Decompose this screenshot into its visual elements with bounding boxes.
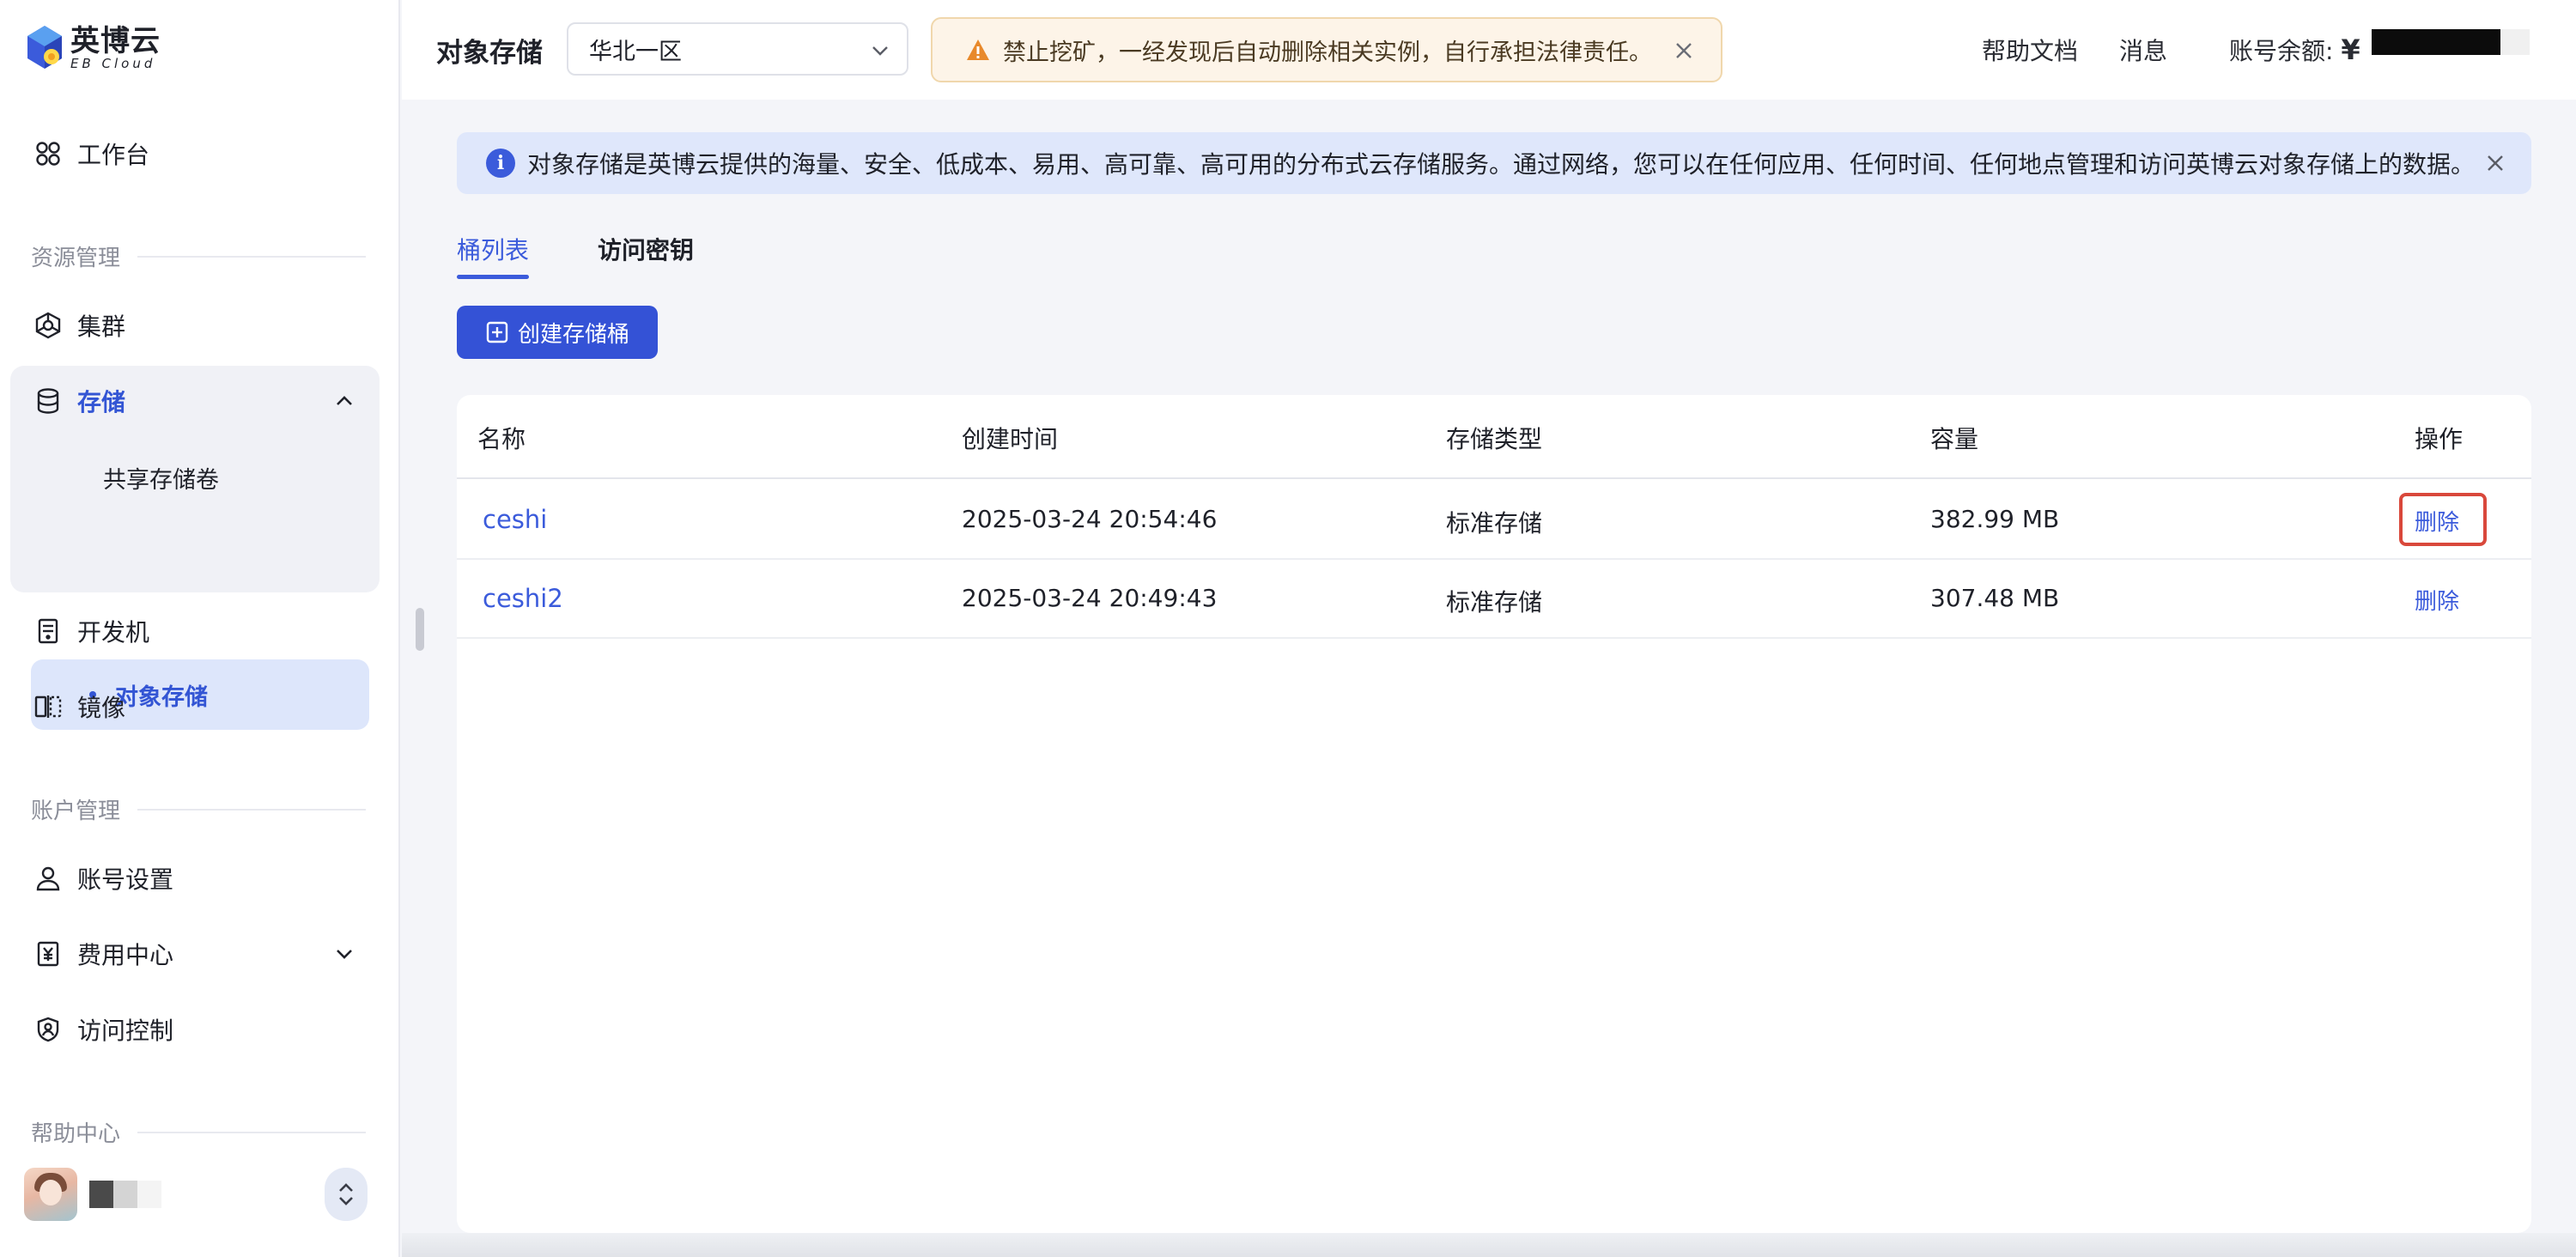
sidebar-item-label: 共享存储卷 xyxy=(103,466,219,494)
section-label-account: 账户管理 xyxy=(31,793,366,825)
section-label-help: 帮助中心 xyxy=(31,1116,366,1148)
devbox-icon xyxy=(31,614,65,648)
sidebar-item-label: 集群 xyxy=(77,313,126,341)
created-time: 2025-03-24 20:54:46 xyxy=(962,505,1218,533)
section-label-resource: 资源管理 xyxy=(31,240,366,272)
sidebar-item-label: 工作台 xyxy=(77,141,150,169)
cluster-icon xyxy=(31,308,65,343)
user-profile[interactable] xyxy=(24,1164,368,1224)
warning-icon xyxy=(965,38,991,62)
table-row: ceshi2 2025-03-24 20:49:43 标准存储 307.48 M… xyxy=(457,560,2531,639)
storage-type: 标准存储 xyxy=(1446,509,1543,537)
account-switch-button[interactable] xyxy=(325,1168,368,1221)
balance-label: 账号余额: ¥ xyxy=(2229,33,2360,67)
column-header-created: 创建时间 xyxy=(962,425,1059,453)
sidebar-item-label: 镜像 xyxy=(77,694,126,722)
sidebar-item-label: 账号设置 xyxy=(77,865,174,894)
database-icon xyxy=(31,384,65,418)
storage-type: 标准存储 xyxy=(1446,588,1543,616)
warning-banner: 禁止挖矿，一经发现后自动删除相关实例，自行承担法律责任。 xyxy=(931,17,1722,82)
shield-icon xyxy=(31,1012,65,1047)
region-value: 华北一区 xyxy=(589,38,682,65)
create-bucket-button[interactable]: 创建存储桶 xyxy=(457,306,658,359)
chevron-down-icon[interactable] xyxy=(331,941,357,967)
capacity: 382.99 MB xyxy=(1930,505,2060,533)
bucket-name-link[interactable]: ceshi2 xyxy=(483,584,563,613)
bottom-edge xyxy=(402,1233,2576,1257)
user-icon xyxy=(31,861,65,896)
capacity: 307.48 MB xyxy=(1930,584,2060,612)
chevron-up-icon[interactable] xyxy=(331,388,357,414)
info-icon: i xyxy=(486,149,515,178)
plus-square-icon xyxy=(485,320,509,344)
chevron-up-down-icon xyxy=(339,1183,353,1205)
currency-symbol: ¥ xyxy=(2341,33,2360,66)
messages-link[interactable]: 消息 xyxy=(2119,33,2167,67)
info-banner: i 对象存储是英博云提供的海量、安全、低成本、易用、高可靠、高可用的分布式云存储… xyxy=(457,132,2531,194)
avatar[interactable] xyxy=(24,1168,77,1221)
column-header-name: 名称 xyxy=(477,425,526,453)
balance-label-text: 账号余额: xyxy=(2229,37,2334,65)
bucket-name-link[interactable]: ceshi xyxy=(483,505,547,534)
section-title: 账户管理 xyxy=(31,799,121,824)
page-title: 对象存储 xyxy=(436,38,543,69)
billing-icon xyxy=(31,937,65,971)
column-header-type: 存储类型 xyxy=(1446,425,1543,453)
close-icon[interactable] xyxy=(1673,39,1695,62)
table-header: 名称 创建时间 存储类型 容量 操作 xyxy=(457,395,2531,479)
column-header-size: 容量 xyxy=(1930,425,1979,453)
mirror-icon xyxy=(31,689,65,724)
sidebar-item-label: 访问控制 xyxy=(77,1017,174,1045)
close-icon[interactable] xyxy=(2483,151,2507,175)
delete-highlight-box xyxy=(2399,493,2487,546)
username-redacted xyxy=(89,1181,161,1208)
sidebar-scrollbar[interactable] xyxy=(416,608,424,651)
sidebar-item-cluster[interactable]: 集群 xyxy=(10,292,380,359)
sidebar-item-workbench[interactable]: 工作台 xyxy=(10,120,380,187)
active-tab-indicator xyxy=(457,275,529,279)
section-title: 帮助中心 xyxy=(31,1121,121,1147)
region-select[interactable]: 华北一区 xyxy=(567,22,908,76)
balance-value-redacted-tail xyxy=(2500,29,2530,55)
delete-button[interactable]: 删除 xyxy=(2415,584,2459,616)
grid-icon xyxy=(31,137,65,171)
sidebar-item-image[interactable]: 镜像 xyxy=(10,673,380,740)
sidebar-item-shared-volume[interactable]: 共享存储卷 xyxy=(31,443,369,512)
section-title: 资源管理 xyxy=(31,246,121,271)
tab-bucket-list[interactable]: 桶列表 xyxy=(457,232,529,266)
sidebar-item-label: 存储 xyxy=(77,388,126,416)
created-time: 2025-03-24 20:49:43 xyxy=(962,584,1218,612)
sidebar-item-storage[interactable]: 存储 xyxy=(10,367,380,434)
brand-logo[interactable]: 英博云 EB Cloud xyxy=(26,24,161,72)
sidebar-item-account-settings[interactable]: 账号设置 xyxy=(10,845,380,912)
sidebar-item-devbox[interactable]: 开发机 xyxy=(10,598,380,665)
chevron-down-icon xyxy=(869,39,891,62)
table-row: ceshi 2025-03-24 20:54:46 标准存储 382.99 MB… xyxy=(457,481,2531,560)
warning-text: 禁止挖矿，一经发现后自动删除相关实例，自行承担法律责任。 xyxy=(1003,39,1652,66)
column-header-action: 操作 xyxy=(2415,425,2464,453)
help-docs-link[interactable]: 帮助文档 xyxy=(1982,33,2078,67)
brand-name: 英博云 xyxy=(70,24,161,58)
sidebar-item-label: 开发机 xyxy=(77,618,150,647)
sidebar-item-billing[interactable]: 费用中心 xyxy=(10,920,380,987)
bucket-table: 名称 创建时间 存储类型 容量 操作 ceshi 2025-03-24 20:5… xyxy=(457,395,2531,1233)
balance-value-redacted xyxy=(2372,29,2500,55)
sidebar-item-access-control[interactable]: 访问控制 xyxy=(10,996,380,1063)
tab-access-keys[interactable]: 访问密钥 xyxy=(598,232,694,266)
create-bucket-label: 创建存储桶 xyxy=(517,321,629,348)
brand-name-en: EB Cloud xyxy=(70,56,156,71)
info-text: 对象存储是英博云提供的海量、安全、低成本、易用、高可靠、高可用的分布式云存储服务… xyxy=(527,150,2476,179)
logo-icon xyxy=(26,24,64,72)
sidebar: 英博云 EB Cloud 工作台 资源管理 集群 对象存储 存储 共享存储卷 开… xyxy=(0,0,400,1257)
sidebar-item-label: 费用中心 xyxy=(77,941,174,969)
top-bar: 对象存储 华北一区 禁止挖矿，一经发现后自动删除相关实例，自行承担法律责任。 帮… xyxy=(402,0,2576,100)
